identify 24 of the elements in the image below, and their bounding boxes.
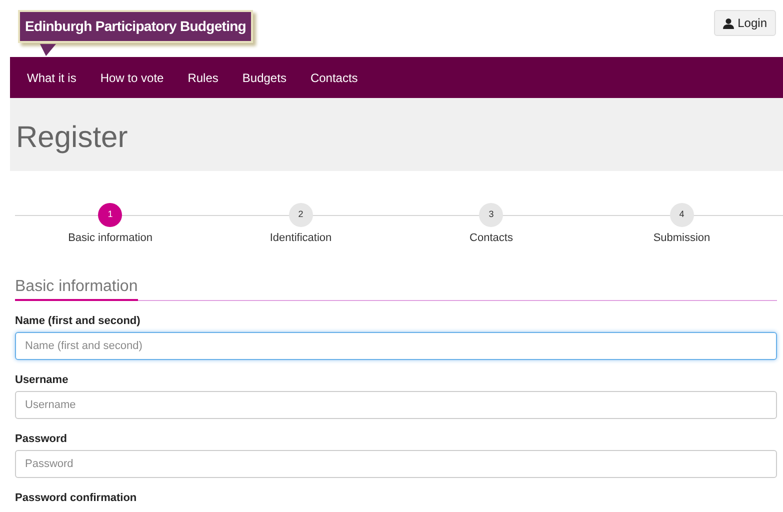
field-label: Name (first and second) <box>15 315 142 328</box>
login-button[interactable]: Login <box>714 10 776 36</box>
page-title: Register <box>16 120 128 156</box>
step-number: 4 <box>670 203 694 227</box>
step-number: 1 <box>98 203 122 227</box>
input-field[interactable]: Username <box>15 391 777 419</box>
section-heading: Basic information <box>15 277 138 301</box>
nav-link[interactable]: Budgets <box>242 68 286 86</box>
step-label: Basic information <box>68 231 152 246</box>
field-label: Username <box>15 374 70 387</box>
nav-link[interactable]: How to vote <box>100 68 164 86</box>
nav-link[interactable]: What it is <box>27 68 76 86</box>
step-label: Identification <box>270 231 332 246</box>
user-icon <box>722 18 734 28</box>
nav-link[interactable]: Contacts <box>310 68 358 86</box>
step-number: 2 <box>288 203 313 227</box>
step-label: Contacts <box>470 231 513 246</box>
field-label: Password confirmation <box>15 492 138 505</box>
input-field[interactable]: Name (first and second) <box>15 332 777 360</box>
input-field[interactable]: Password <box>15 450 777 478</box>
step-label: Submission <box>653 231 710 246</box>
nav-link[interactable]: Rules <box>188 68 218 86</box>
step-number: 3 <box>479 203 504 227</box>
field-label: Password <box>15 433 68 446</box>
